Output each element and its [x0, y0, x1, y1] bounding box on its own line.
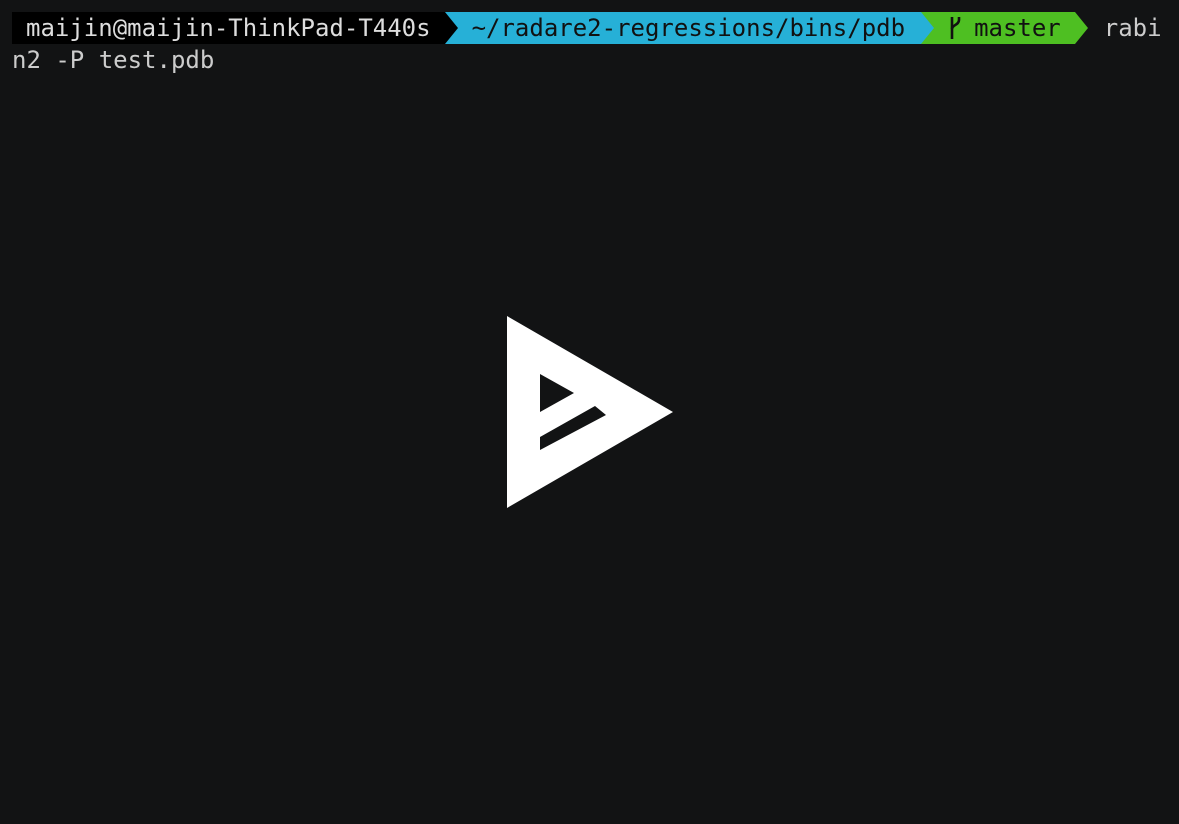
- prompt-user-host: maijin@maijin-ThinkPad-T440s: [12, 12, 445, 44]
- command-text-part1: rabi: [1103, 14, 1162, 42]
- command-continuation-line: n2 -P test.pdb: [12, 46, 215, 74]
- git-branch-name: master: [974, 14, 1061, 42]
- prompt-separator-git: [1074, 12, 1088, 44]
- prompt-git-branch: master: [934, 12, 1075, 44]
- prompt-separator-path: [921, 12, 935, 44]
- prompt-separator-user: [444, 12, 458, 44]
- play-button-icon[interactable]: [507, 316, 673, 508]
- terminal-window: maijin@maijin-ThinkPad-T440s ~/radare2-r…: [0, 0, 1179, 824]
- prompt-path: ~/radare2-regressions/bins/pdb: [457, 12, 922, 44]
- prompt-line: maijin@maijin-ThinkPad-T440s ~/radare2-r…: [12, 12, 1162, 44]
- git-branch-icon: [950, 17, 961, 39]
